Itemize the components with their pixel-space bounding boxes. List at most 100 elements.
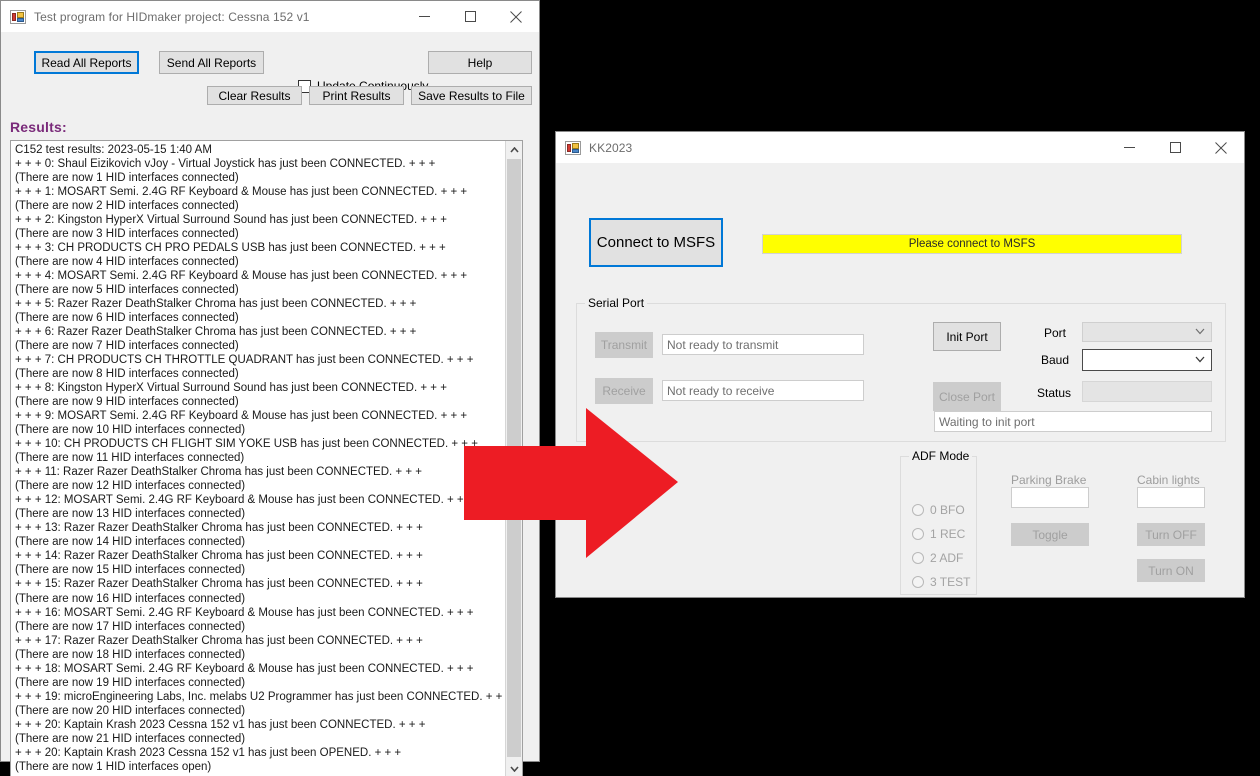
results-label: Results: xyxy=(10,119,67,135)
window2-title: KK2023 xyxy=(589,140,633,155)
results-line: + + + 11: Razer Razer DeathStalker Chrom… xyxy=(15,466,422,479)
results-line: + + + 9: MOSART Semi. 2.4G RF Keyboard &… xyxy=(15,410,468,423)
window1-titlebar[interactable]: Test program for HIDmaker project: Cessn… xyxy=(1,1,539,32)
results-line: (There are now 9 HID interfaces connecte… xyxy=(15,396,239,409)
results-line: + + + 6: Razer Razer DeathStalker Chroma… xyxy=(15,326,417,339)
close-port-button[interactable]: Close Port xyxy=(933,382,1001,411)
results-line: (There are now 13 HID interfaces connect… xyxy=(15,508,246,521)
port-label: Port xyxy=(1044,326,1067,340)
help-button[interactable]: Help xyxy=(428,51,532,74)
chevron-down-icon xyxy=(1195,328,1205,337)
receive-button[interactable]: Receive xyxy=(595,378,653,404)
radio-circle-icon xyxy=(912,576,924,588)
results-line: (There are now 19 HID interfaces connect… xyxy=(15,676,246,689)
send-all-reports-button[interactable]: Send All Reports xyxy=(159,51,264,74)
results-line: + + + 13: Razer Razer DeathStalker Chrom… xyxy=(15,522,423,535)
connect-to-msfs-button[interactable]: Connect to MSFS xyxy=(589,218,723,267)
transmit-button[interactable]: Transmit xyxy=(595,332,653,358)
cabin-lights-turn-on-button[interactable]: Turn ON xyxy=(1137,559,1205,582)
parking-brake-field xyxy=(1011,487,1089,508)
close-icon[interactable] xyxy=(1198,132,1244,163)
results-line: (There are now 21 HID interfaces connect… xyxy=(15,732,246,745)
results-line: (There are now 8 HID interfaces connecte… xyxy=(15,368,239,381)
results-line: + + + 19: microEngineering Labs, Inc. me… xyxy=(15,690,513,703)
maximize-icon[interactable] xyxy=(447,1,493,32)
results-line: (There are now 18 HID interfaces connect… xyxy=(15,648,246,661)
results-line: + + + 18: MOSART Semi. 2.4G RF Keyboard … xyxy=(15,662,474,675)
results-line: C152 test results: 2023-05-15 1:40 AM xyxy=(15,144,212,156)
minimize-icon[interactable] xyxy=(1106,132,1152,163)
window1-body: Read All Reports Send All Reports Update… xyxy=(1,32,539,776)
results-line: + + + 2: Kingston HyperX Virtual Surroun… xyxy=(15,214,447,227)
results-line: + + + 7: CH PRODUCTS CH THROTTLE QUADRAN… xyxy=(15,354,474,367)
radio-label: 1 REC xyxy=(930,527,966,541)
results-line: (There are now 16 HID interfaces connect… xyxy=(15,592,246,605)
chevron-up-icon[interactable] xyxy=(506,141,522,158)
radio-circle-icon xyxy=(912,528,924,540)
cabin-lights-turn-off-button[interactable]: Turn OFF xyxy=(1137,523,1205,546)
radio-label: 3 TEST xyxy=(930,575,971,589)
radio-label: 0 BFO xyxy=(930,503,965,517)
parking-brake-label: Parking Brake xyxy=(1011,473,1087,487)
baud-label: Baud xyxy=(1041,353,1070,367)
window2-titlebar-buttons xyxy=(1106,132,1244,163)
results-line: (There are now 5 HID interfaces connecte… xyxy=(15,284,239,297)
window-hidmaker-test-program: Test program for HIDmaker project: Cessn… xyxy=(0,0,540,776)
msfs-status-banner: Please connect to MSFS xyxy=(762,234,1182,254)
results-line: + + + 20: Kaptain Krash 2023 Cessna 152 … xyxy=(15,718,426,731)
radio-circle-icon xyxy=(912,552,924,564)
maximize-icon[interactable] xyxy=(1152,132,1198,163)
radio-adf-0-bfo[interactable]: 0 BFO xyxy=(912,503,965,517)
status-field xyxy=(1082,381,1212,402)
results-line: + + + 20: Kaptain Krash 2023 Cessna 152 … xyxy=(15,746,402,759)
screen-root: Test program for HIDmaker project: Cessn… xyxy=(0,0,1260,776)
red-right-arrow-annotation xyxy=(464,408,678,558)
clear-results-button[interactable]: Clear Results xyxy=(207,86,302,105)
results-line: (There are now 10 HID interfaces connect… xyxy=(15,424,246,437)
results-line: (There are now 6 HID interfaces connecte… xyxy=(15,312,239,325)
results-lines: C152 test results: 2023-05-15 1:40 AM + +… xyxy=(15,143,513,774)
minimize-icon[interactable] xyxy=(401,1,447,32)
read-all-reports-button[interactable]: Read All Reports xyxy=(34,51,139,74)
window1-titlebar-buttons xyxy=(401,1,539,32)
winforms-app-icon xyxy=(10,9,26,25)
results-line: (There are now 1 HID interfaces connecte… xyxy=(15,172,239,185)
results-line: + + + 3: CH PRODUCTS CH PRO PEDALS USB h… xyxy=(15,242,446,255)
close-icon[interactable] xyxy=(493,1,539,32)
results-line: (There are now 12 HID interfaces connect… xyxy=(15,480,246,493)
results-line: (There are now 2 HID interfaces connecte… xyxy=(15,200,239,213)
results-line: + + + 0: Shaul Eizikovich vJoy - Virtual… xyxy=(15,158,436,171)
results-line: (There are now 14 HID interfaces connect… xyxy=(15,536,246,549)
chevron-down-icon xyxy=(1195,356,1205,365)
transmit-status-field: Not ready to transmit xyxy=(662,334,864,355)
results-output-list[interactable]: C152 test results: 2023-05-15 1:40 AM + +… xyxy=(10,140,523,776)
results-line: + + + 14: Razer Razer DeathStalker Chrom… xyxy=(15,550,423,563)
radio-adf-1-rec[interactable]: 1 REC xyxy=(912,527,965,541)
cabin-lights-field xyxy=(1137,487,1205,508)
parking-brake-toggle-button[interactable]: Toggle xyxy=(1011,523,1089,546)
radio-adf-3-test[interactable]: 3 TEST xyxy=(912,575,970,589)
print-results-button[interactable]: Print Results xyxy=(309,86,404,105)
results-line: + + + 8: Kingston HyperX Virtual Surroun… xyxy=(15,382,447,395)
adf-mode-group-title: ADF Mode xyxy=(909,449,973,463)
init-port-button[interactable]: Init Port xyxy=(933,322,1001,351)
results-line: + + + 16: MOSART Semi. 2.4G RF Keyboard … xyxy=(15,606,474,619)
results-line: (There are now 11 HID interfaces connect… xyxy=(15,452,245,465)
window2-titlebar[interactable]: KK2023 xyxy=(556,132,1244,163)
radio-adf-2-adf[interactable]: 2 ADF xyxy=(912,551,963,565)
results-line: (There are now 1 HID interfaces open) xyxy=(15,760,212,773)
save-results-to-file-button[interactable]: Save Results to File xyxy=(411,86,532,105)
serial-port-group-title: Serial Port xyxy=(585,296,648,310)
winforms-app-icon xyxy=(565,140,581,156)
red-right-arrow-icon xyxy=(464,408,678,558)
port-select[interactable] xyxy=(1082,322,1212,342)
results-line: + + + 15: Razer Razer DeathStalker Chrom… xyxy=(15,578,423,591)
results-line: (There are now 4 HID interfaces connecte… xyxy=(15,256,239,269)
results-line: + + + 10: CH PRODUCTS CH FLIGHT SIM YOKE… xyxy=(15,438,478,451)
results-line: (There are now 3 HID interfaces connecte… xyxy=(15,228,239,241)
results-line: (There are now 20 HID interfaces connect… xyxy=(15,704,246,717)
baud-select[interactable] xyxy=(1082,349,1212,371)
chevron-down-icon[interactable] xyxy=(506,760,522,776)
radio-circle-icon xyxy=(912,504,924,516)
receive-status-field: Not ready to receive xyxy=(662,380,864,401)
